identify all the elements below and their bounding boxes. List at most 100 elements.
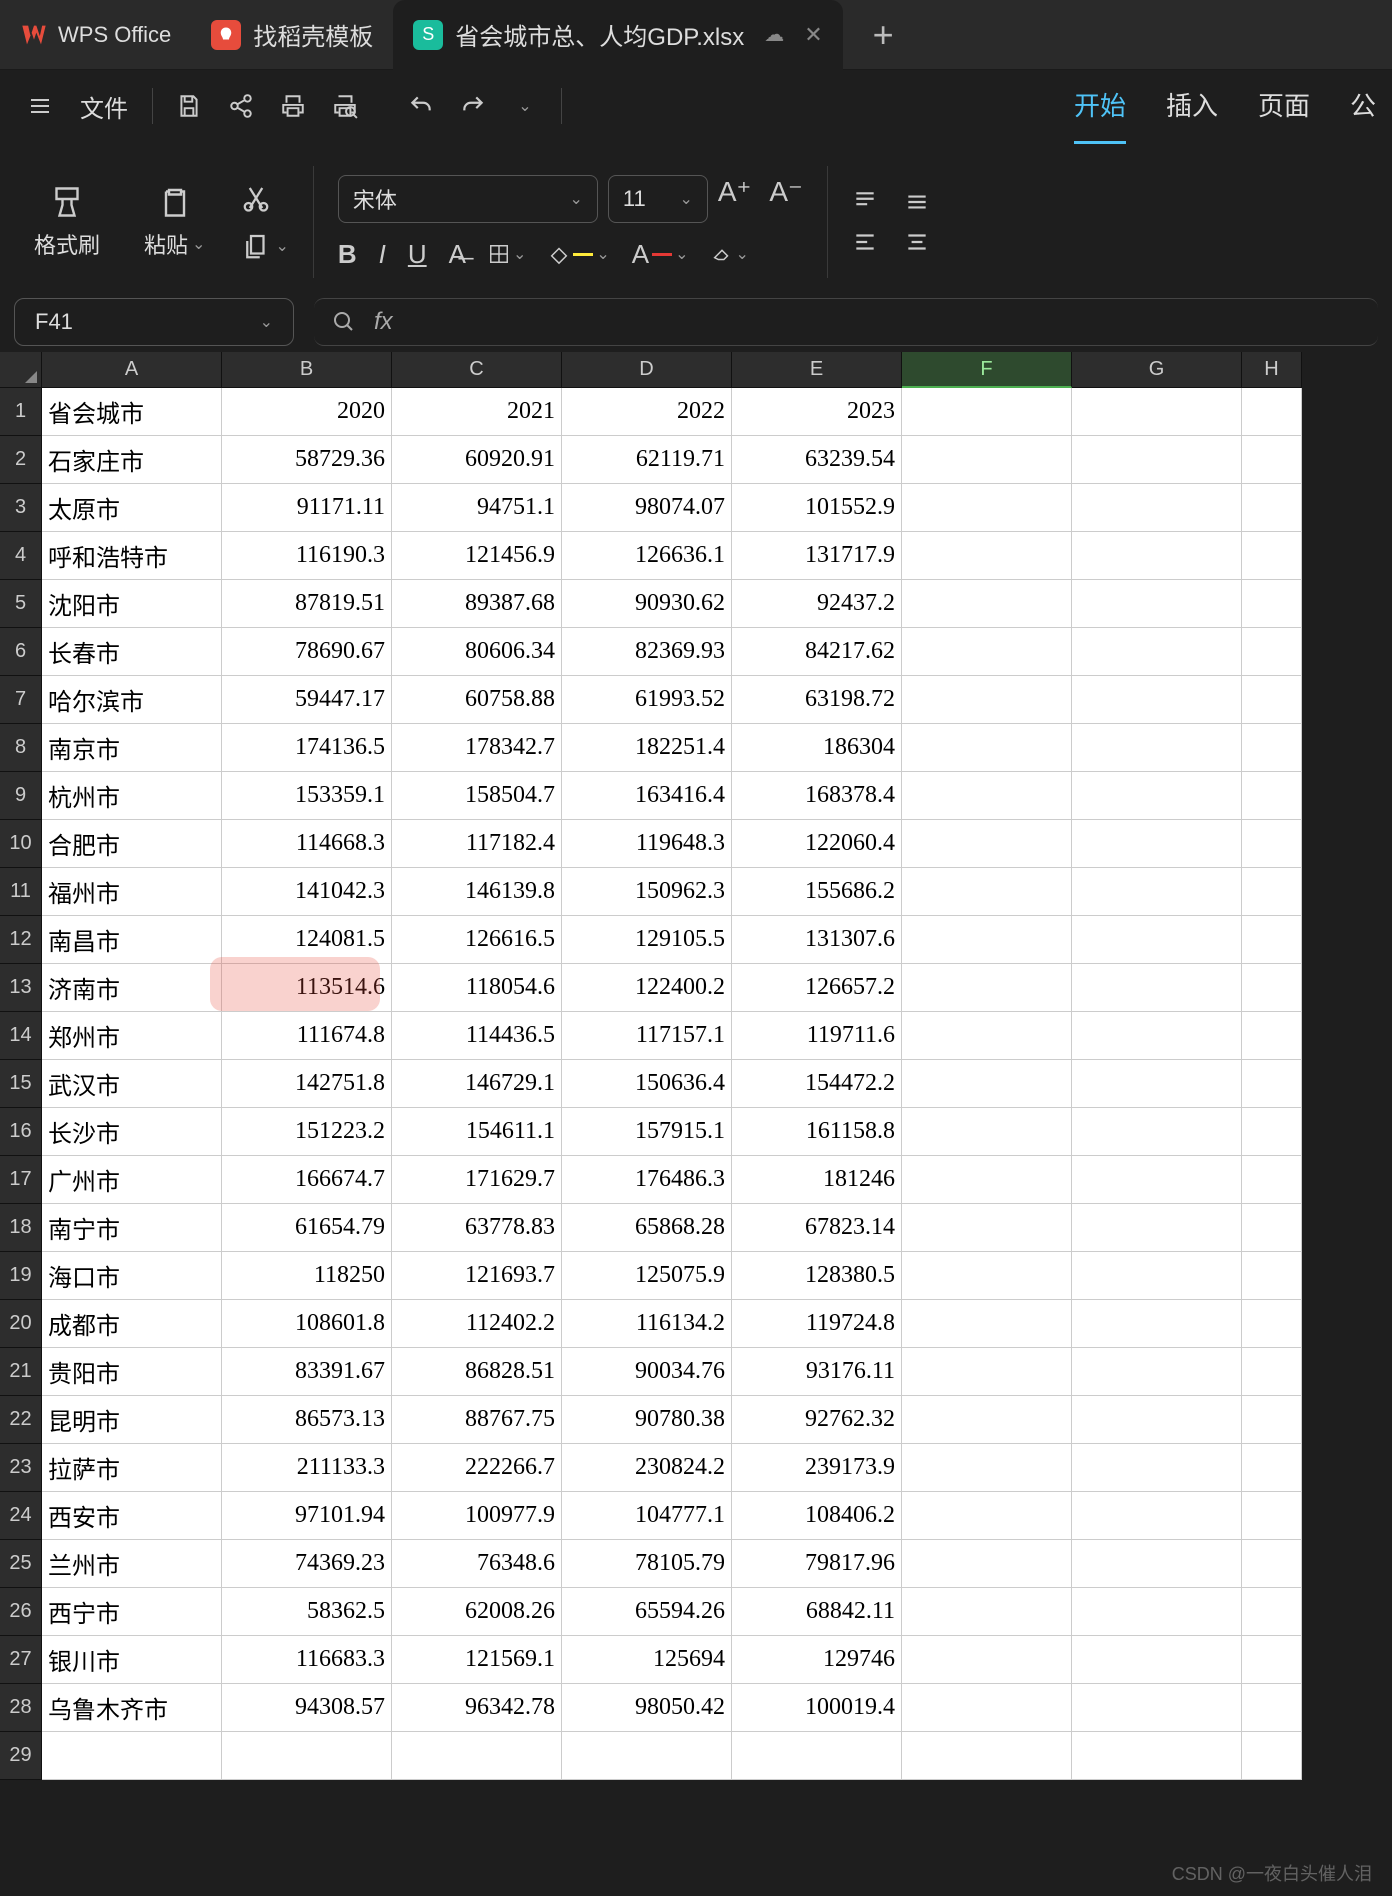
tab-insert[interactable]: 插入: [1166, 68, 1218, 144]
cell[interactable]: 112402.2: [392, 1300, 562, 1348]
cell[interactable]: [1242, 868, 1302, 916]
cell[interactable]: 239173.9: [732, 1444, 902, 1492]
share-icon[interactable]: [217, 82, 265, 130]
cell[interactable]: 114668.3: [222, 820, 392, 868]
cell[interactable]: 省会城市: [42, 388, 222, 436]
cell[interactable]: [902, 532, 1072, 580]
row-header[interactable]: 3: [0, 484, 42, 532]
cell[interactable]: 146139.8: [392, 868, 562, 916]
cell[interactable]: 117182.4: [392, 820, 562, 868]
file-menu[interactable]: 文件: [68, 89, 140, 124]
cell[interactable]: 76348.6: [392, 1540, 562, 1588]
cell[interactable]: 122060.4: [732, 820, 902, 868]
cell[interactable]: 61654.79: [222, 1204, 392, 1252]
bold-icon[interactable]: B: [338, 239, 357, 270]
cell[interactable]: 西宁市: [42, 1588, 222, 1636]
cell[interactable]: 86828.51: [392, 1348, 562, 1396]
column-header[interactable]: G: [1072, 352, 1242, 388]
cell[interactable]: [1072, 1588, 1242, 1636]
cell[interactable]: 太原市: [42, 484, 222, 532]
grid[interactable]: 省会城市2020202120222023石家庄市58729.3660920.91…: [42, 388, 1302, 1780]
tab-templates[interactable]: 找稻壳模板: [191, 0, 393, 70]
cell[interactable]: 98050.42: [562, 1684, 732, 1732]
cell[interactable]: 92762.32: [732, 1396, 902, 1444]
cell[interactable]: [1072, 388, 1242, 436]
cell[interactable]: 91171.11: [222, 484, 392, 532]
cell[interactable]: 181246: [732, 1156, 902, 1204]
close-icon[interactable]: ✕: [804, 22, 822, 48]
cell[interactable]: 118054.6: [392, 964, 562, 1012]
cell[interactable]: 125075.9: [562, 1252, 732, 1300]
cell[interactable]: [1242, 1588, 1302, 1636]
cell[interactable]: 122400.2: [562, 964, 732, 1012]
cell[interactable]: 114436.5: [392, 1012, 562, 1060]
cell[interactable]: 119648.3: [562, 820, 732, 868]
cell[interactable]: [902, 1684, 1072, 1732]
formula-input[interactable]: [411, 299, 1360, 345]
cell[interactable]: [1242, 1396, 1302, 1444]
cell[interactable]: 乌鲁木齐市: [42, 1684, 222, 1732]
row-header[interactable]: 26: [0, 1588, 42, 1636]
cell[interactable]: [902, 1060, 1072, 1108]
cell[interactable]: 186304: [732, 724, 902, 772]
cell[interactable]: 石家庄市: [42, 436, 222, 484]
cell[interactable]: 171629.7: [392, 1156, 562, 1204]
cell[interactable]: 151223.2: [222, 1108, 392, 1156]
font-size-select[interactable]: 11⌄: [608, 175, 708, 223]
row-header[interactable]: 20: [0, 1300, 42, 1348]
cell[interactable]: 西安市: [42, 1492, 222, 1540]
cell[interactable]: 178342.7: [392, 724, 562, 772]
row-header[interactable]: 21: [0, 1348, 42, 1396]
cell[interactable]: 沈阳市: [42, 580, 222, 628]
fill-color-icon[interactable]: ⌄: [548, 243, 609, 265]
cell[interactable]: 武汉市: [42, 1060, 222, 1108]
cell[interactable]: 南昌市: [42, 916, 222, 964]
cell[interactable]: [902, 1300, 1072, 1348]
align-left-icon[interactable]: [852, 229, 878, 255]
cell[interactable]: [1072, 1060, 1242, 1108]
cell[interactable]: 154472.2: [732, 1060, 902, 1108]
cell[interactable]: [222, 1732, 392, 1780]
cell[interactable]: [1072, 1444, 1242, 1492]
cell[interactable]: 2023: [732, 388, 902, 436]
cell[interactable]: [1242, 532, 1302, 580]
cell[interactable]: 兰州市: [42, 1540, 222, 1588]
cell[interactable]: [1242, 1684, 1302, 1732]
cell[interactable]: [1072, 868, 1242, 916]
cell[interactable]: 呼和浩特市: [42, 532, 222, 580]
hamburger-icon[interactable]: [16, 82, 64, 130]
cell[interactable]: 126616.5: [392, 916, 562, 964]
cell[interactable]: [902, 772, 1072, 820]
cell[interactable]: [1072, 532, 1242, 580]
row-header[interactable]: 19: [0, 1252, 42, 1300]
cell[interactable]: [1242, 1108, 1302, 1156]
cell[interactable]: [1072, 1540, 1242, 1588]
cell[interactable]: [1072, 1636, 1242, 1684]
print-icon[interactable]: [269, 82, 317, 130]
row-header[interactable]: 18: [0, 1204, 42, 1252]
font-color-icon[interactable]: A⌄: [632, 239, 689, 270]
align-center-icon[interactable]: [904, 229, 930, 255]
cell[interactable]: 成都市: [42, 1300, 222, 1348]
cell[interactable]: [1242, 1732, 1302, 1780]
column-header[interactable]: C: [392, 352, 562, 388]
cell[interactable]: 168378.4: [732, 772, 902, 820]
column-header[interactable]: F: [902, 352, 1072, 388]
cell[interactable]: 92437.2: [732, 580, 902, 628]
cell[interactable]: 82369.93: [562, 628, 732, 676]
cell[interactable]: 158504.7: [392, 772, 562, 820]
cell[interactable]: [1242, 820, 1302, 868]
cell[interactable]: 116134.2: [562, 1300, 732, 1348]
fx-icon[interactable]: fx: [374, 308, 393, 336]
row-header[interactable]: 13: [0, 964, 42, 1012]
cell[interactable]: 65594.26: [562, 1588, 732, 1636]
cell[interactable]: 150962.3: [562, 868, 732, 916]
cell[interactable]: [1072, 1012, 1242, 1060]
cell[interactable]: [1242, 1060, 1302, 1108]
tab-more[interactable]: 公: [1350, 68, 1376, 144]
cell[interactable]: 63239.54: [732, 436, 902, 484]
strikethrough-icon[interactable]: A̶: [449, 239, 466, 270]
row-header[interactable]: 29: [0, 1732, 42, 1780]
cell[interactable]: 贵阳市: [42, 1348, 222, 1396]
underline-icon[interactable]: U: [408, 239, 427, 270]
